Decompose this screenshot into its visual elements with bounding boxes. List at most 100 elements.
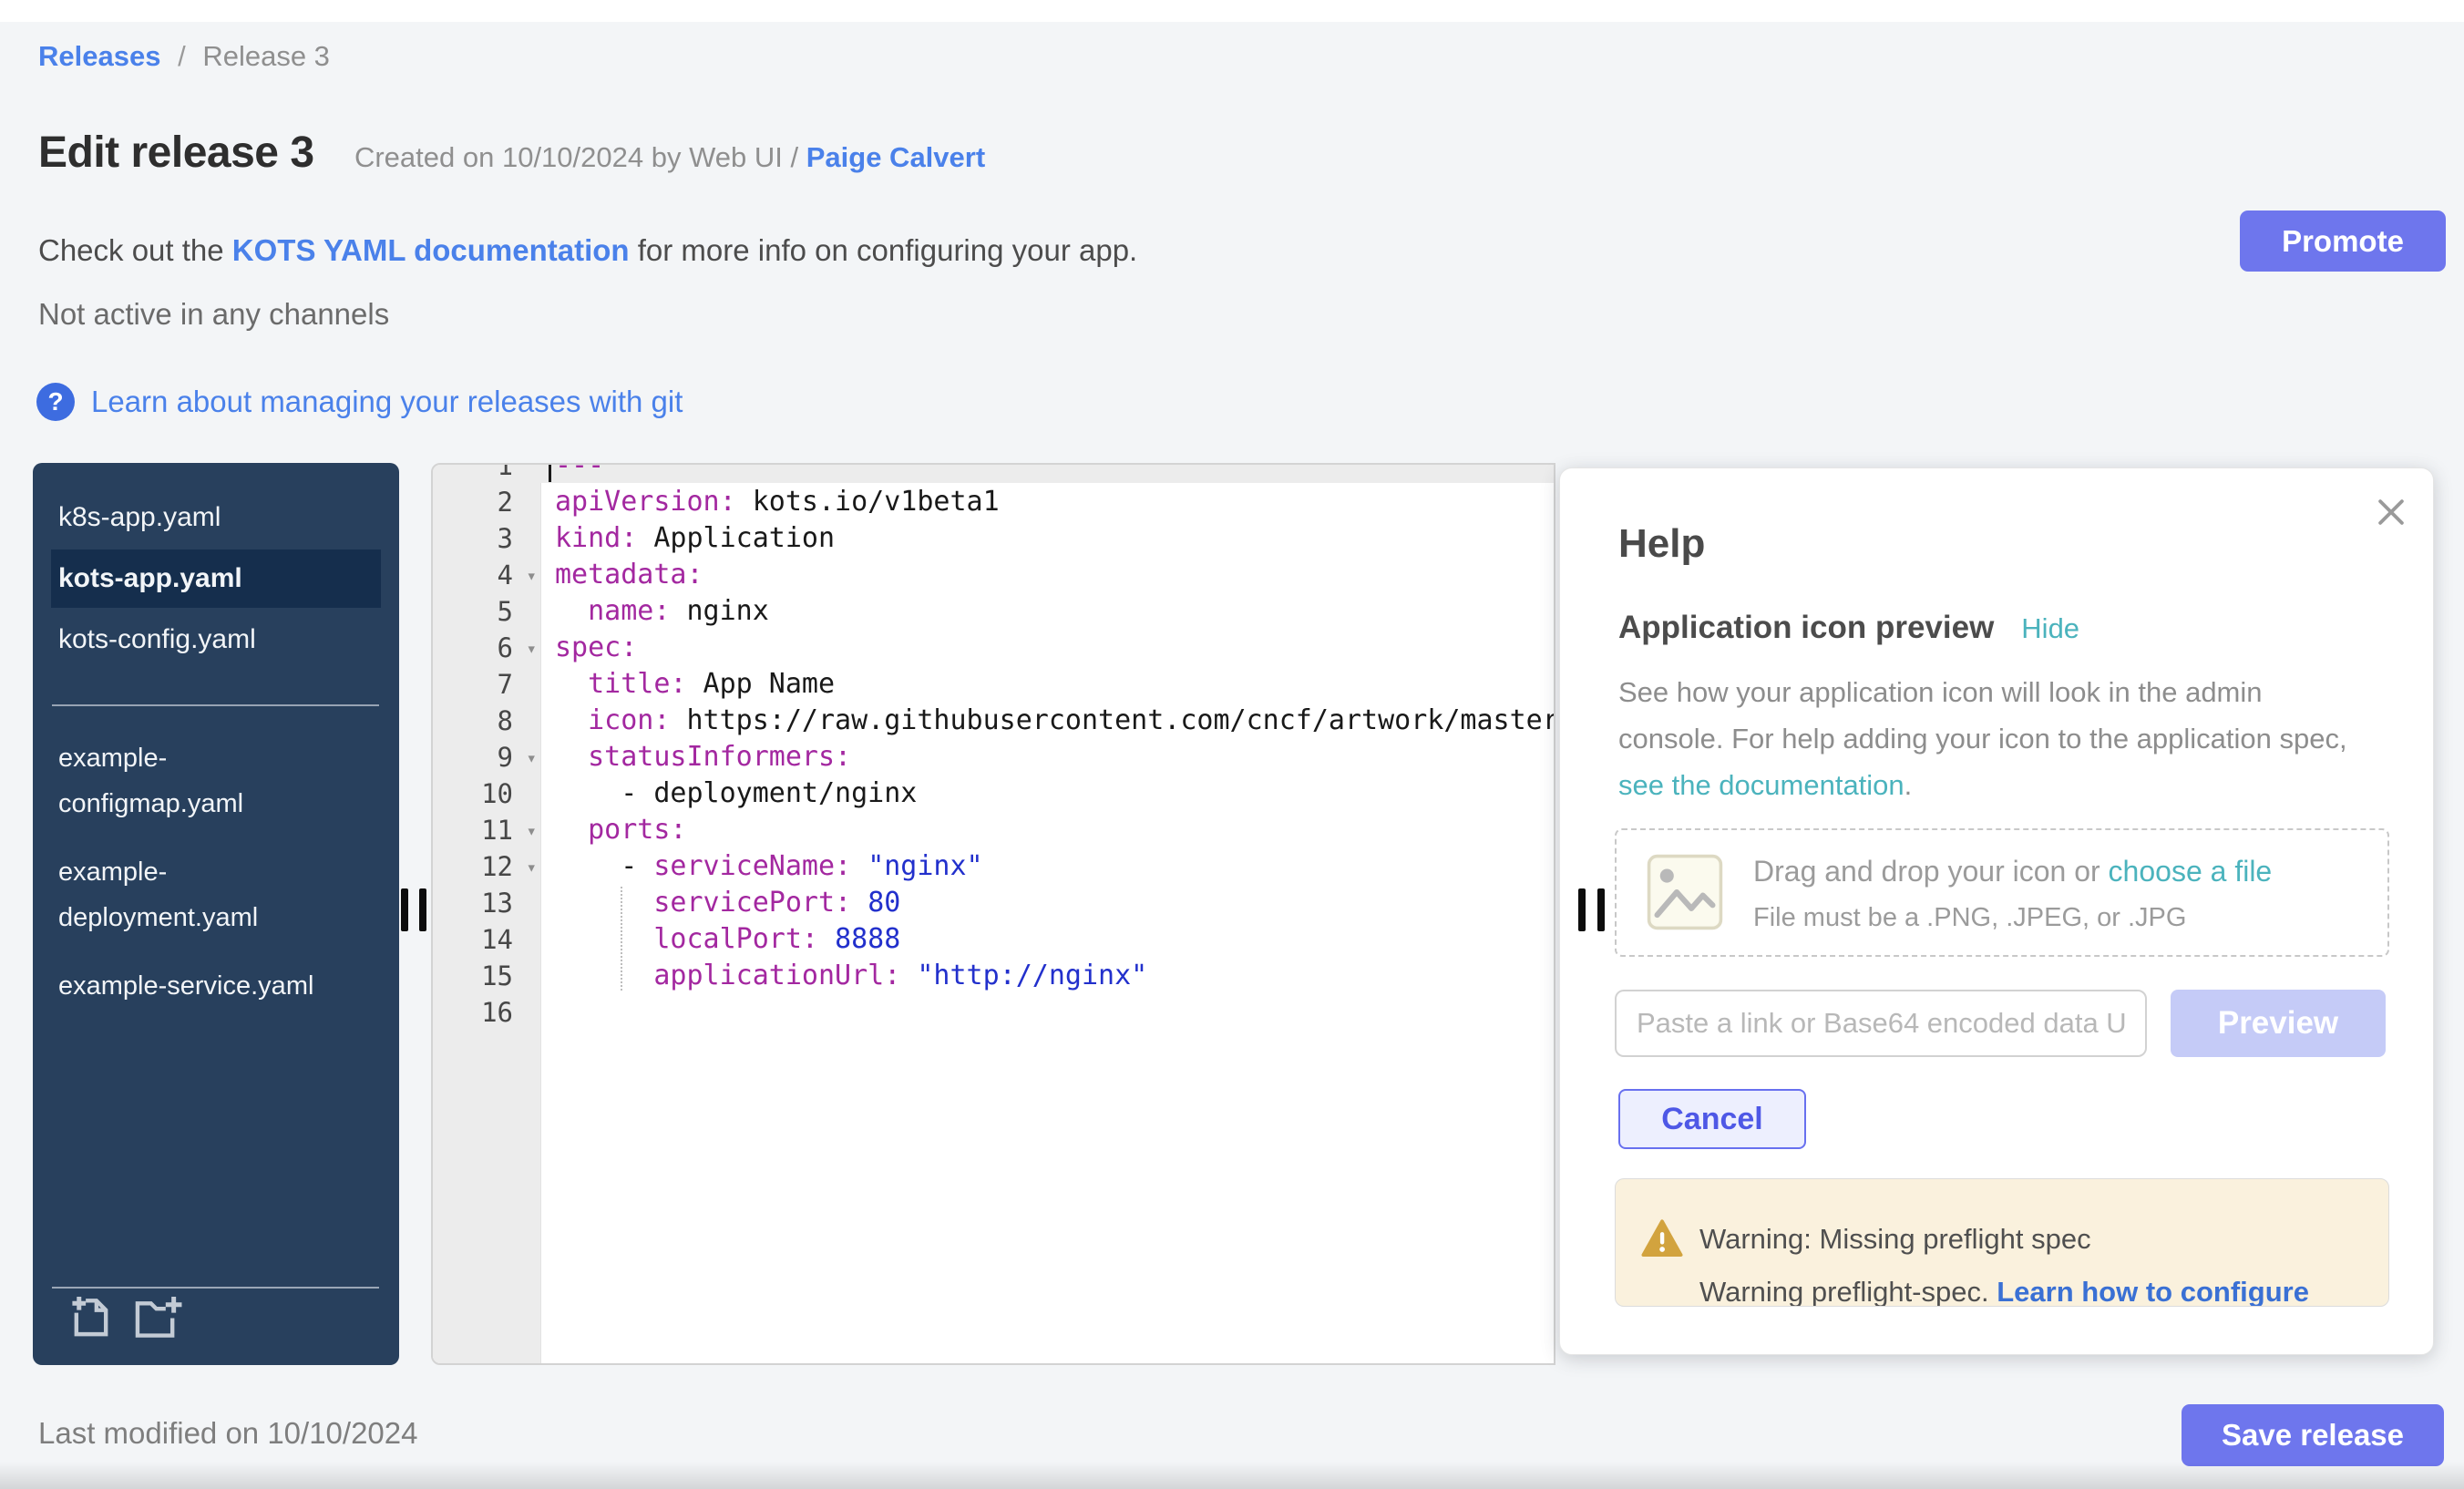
file-tree-item-kots-app.yaml[interactable]: kots-app.yaml [51, 549, 381, 608]
icon-preview-description: See how your application icon will look … [1618, 669, 2356, 808]
code-text: ports: [540, 812, 687, 848]
learn-configure-link[interactable]: Learn how to configure [1997, 1276, 2309, 1307]
file-tree-item-example-service.yaml[interactable]: example-service.yaml [33, 963, 339, 1009]
editor-line[interactable]: 9▾ statusInformers: [433, 739, 1554, 775]
code-text: statusInformers: [540, 739, 851, 775]
add-file-icon[interactable] [69, 1294, 113, 1347]
add-folder-icon[interactable] [133, 1294, 182, 1347]
editor-line[interactable]: 13 servicePort: 80 [433, 885, 1554, 921]
breadcrumb-separator: / [178, 40, 186, 72]
editor-line[interactable]: 7 title: App Name [433, 666, 1554, 703]
fold-arrow-icon[interactable]: ▾ [527, 849, 537, 886]
file-tree-item-example-deployment.yaml[interactable]: example-deployment.yaml [33, 849, 339, 940]
warning-detail-text: Warning preflight-spec. [1699, 1276, 1997, 1307]
fold-arrow-icon[interactable]: ▾ [527, 631, 537, 667]
help-panel-title: Help [1618, 521, 1705, 567]
description-period: . [1904, 769, 1913, 801]
editor-line[interactable]: 2apiVersion: kots.io/v1beta1 [433, 484, 1554, 520]
editor-line[interactable]: 1--- [433, 463, 1554, 484]
preview-button[interactable]: Preview [2171, 990, 2386, 1057]
warning-triangle-icon [1641, 1219, 1683, 1262]
code-text [540, 994, 555, 1031]
fold-arrow-icon[interactable]: ▾ [527, 813, 537, 849]
breadcrumb: Releases / Release 3 [38, 40, 330, 73]
editor-line[interactable]: 8 icon: https://raw.githubusercontent.co… [433, 703, 1554, 739]
line-number: 15 [433, 958, 540, 994]
created-meta: Created on 10/10/2024 by Web UI / Paige … [354, 141, 985, 173]
cancel-button[interactable]: Cancel [1618, 1089, 1806, 1149]
resize-bar-icon[interactable] [1597, 888, 1605, 931]
file-tree-footer-divider [52, 1287, 379, 1289]
kots-yaml-docs-link[interactable]: KOTS YAML documentation [232, 233, 630, 267]
editor-line[interactable]: 11▾ ports: [433, 812, 1554, 848]
resize-bar-icon[interactable] [1578, 888, 1586, 931]
icon-preview-title-text: Application icon preview [1618, 610, 1994, 645]
kots-release-editor-page: Releases / Release 3 Edit release 3 Crea… [0, 0, 2464, 1489]
resize-bar-icon[interactable] [419, 888, 426, 931]
file-tree-item-kots-config.yaml[interactable]: kots-config.yaml [33, 608, 399, 672]
line-number: 12▾ [433, 848, 540, 885]
fold-arrow-icon[interactable]: ▾ [527, 558, 537, 594]
editor-line[interactable]: 12▾ - serviceName: "nginx" [433, 848, 1554, 885]
dropzone-hint: File must be a .PNG, .JPEG, or .JPG [1753, 903, 2186, 933]
code-text: applicationUrl: "http://nginx" [540, 958, 1147, 994]
line-number: 6▾ [433, 630, 540, 666]
page-title: Edit release 3 [38, 128, 314, 177]
line-number: 4▾ [433, 557, 540, 593]
docs-hint-line: Check out the KOTS YAML documentation fo… [38, 233, 1137, 268]
line-number: 14 [433, 921, 540, 958]
bottom-edge-shade [0, 1462, 2464, 1489]
choose-file-link[interactable]: choose a file [2109, 855, 2273, 888]
editor-line[interactable]: 5 name: nginx [433, 593, 1554, 630]
breadcrumb-current: Release 3 [202, 40, 330, 72]
docs-hint-before: Check out the [38, 233, 232, 267]
icon-dropzone[interactable]: Drag and drop your icon or choose a file… [1615, 828, 2389, 957]
line-number: 13 [433, 885, 540, 921]
icon-preview-section-title: Application icon preview Hide [1618, 610, 2079, 646]
line-number: 3 [433, 520, 540, 557]
fold-arrow-icon[interactable]: ▾ [527, 740, 537, 776]
close-icon[interactable] [2374, 495, 2408, 529]
editor-line[interactable]: 10 - deployment/nginx [433, 775, 1554, 812]
dropzone-text: Drag and drop your icon or choose a file [1753, 855, 2272, 888]
editor-line[interactable]: 14 localPort: 8888 [433, 921, 1554, 958]
icon-url-input[interactable] [1615, 990, 2147, 1057]
editor-line[interactable]: 15 applicationUrl: "http://nginx" [433, 958, 1554, 994]
file-tree-item-example-configmap.yaml[interactable]: example-configmap.yaml [33, 735, 339, 827]
breadcrumb-releases-link[interactable]: Releases [38, 40, 160, 72]
file-tree-actions [69, 1294, 182, 1347]
line-number: 16 [433, 994, 540, 1031]
help-panel: Help Application icon preview Hide See ho… [1559, 467, 2434, 1355]
editor-line[interactable]: 3kind: Application [433, 520, 1554, 557]
resize-bar-icon[interactable] [401, 888, 408, 931]
warning-detail: Warning preflight-spec. Learn how to con… [1699, 1276, 2309, 1307]
hide-link[interactable]: Hide [2021, 612, 2079, 644]
editor-line[interactable]: 6▾spec: [433, 630, 1554, 666]
line-number: 2 [433, 484, 540, 520]
warning-banner: Warning: Missing preflight spec Warning … [1615, 1178, 2389, 1307]
save-release-button[interactable]: Save release [2182, 1404, 2444, 1466]
git-releases-link[interactable]: ? Learn about managing your releases wit… [36, 383, 683, 421]
docs-hint-after: for more info on configuring your app. [630, 233, 1138, 267]
code-text: spec: [540, 630, 637, 666]
help-panel-resize-handle[interactable] [1578, 888, 1605, 931]
file-tree-top: k8s-app.yamlkots-app.yamlkots-config.yam… [33, 486, 399, 672]
sidebar-resize-handle[interactable] [401, 888, 426, 931]
author-link[interactable]: Paige Calvert [806, 141, 985, 173]
code-text: icon: https://raw.githubusercontent.com/… [540, 703, 1555, 739]
code-text: metadata: [540, 557, 703, 593]
editor-line[interactable]: 4▾metadata: [433, 557, 1554, 593]
code-text: title: App Name [540, 666, 835, 703]
file-tree-divider [52, 704, 379, 706]
yaml-editor[interactable]: 1---2apiVersion: kots.io/v1beta13kind: A… [431, 463, 1555, 1365]
line-number: 9▾ [433, 739, 540, 775]
file-tree-item-k8s-app.yaml[interactable]: k8s-app.yaml [33, 486, 399, 549]
image-placeholder-icon [1646, 853, 1724, 936]
line-number: 8 [433, 703, 540, 739]
editor-line[interactable]: 16 [433, 994, 1554, 1031]
indent-guide [621, 887, 622, 991]
see-documentation-link[interactable]: see the documentation [1618, 769, 1904, 801]
line-number: 7 [433, 666, 540, 703]
code-text: kind: Application [540, 520, 835, 557]
promote-button[interactable]: Promote [2240, 211, 2446, 272]
